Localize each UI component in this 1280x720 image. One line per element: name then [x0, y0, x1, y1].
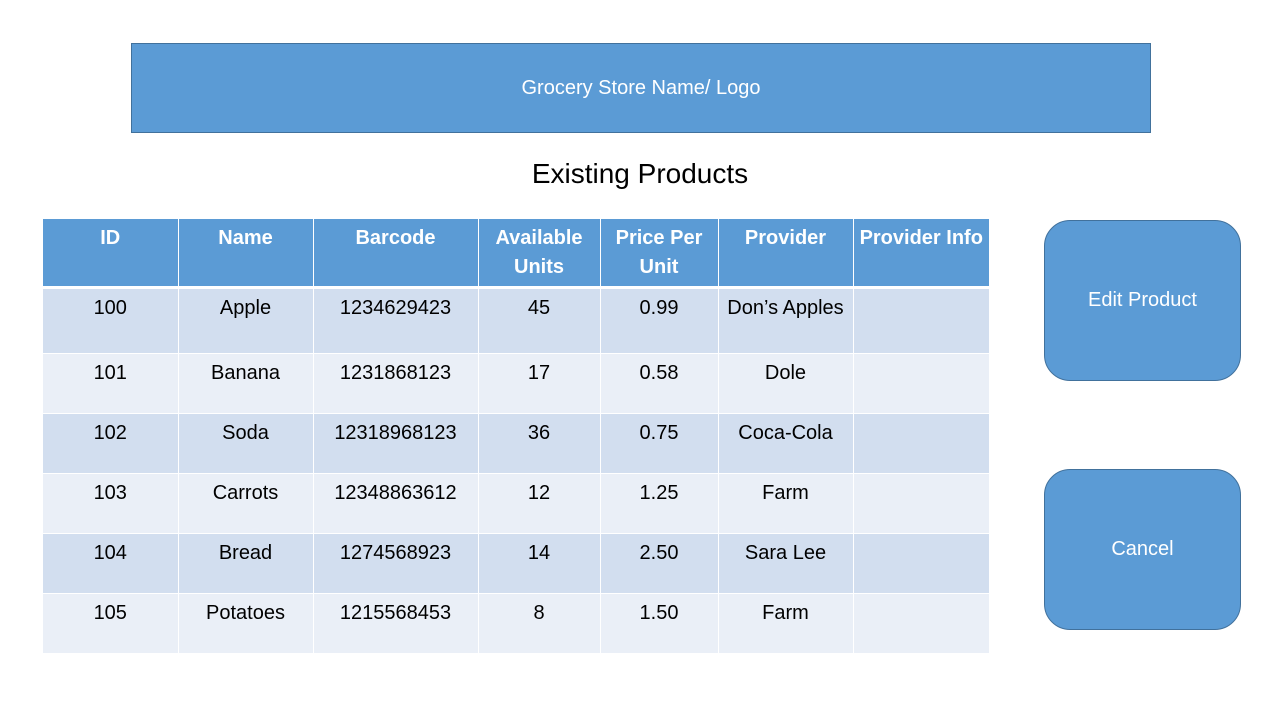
edit-product-button[interactable]: Edit Product: [1044, 220, 1241, 381]
cell-id: 104: [43, 533, 179, 594]
cell-price: 1.25: [600, 473, 719, 534]
cell-units: 12: [478, 473, 601, 534]
cell-price: 1.50: [600, 593, 719, 654]
cell-barcode: 1231868123: [313, 353, 479, 414]
cell-provider: Dole: [718, 353, 854, 414]
cell-barcode: 12318968123: [313, 413, 479, 474]
cell-units: 17: [478, 353, 601, 414]
cell-name: Apple: [178, 287, 314, 354]
cell-provider-info: [853, 593, 989, 654]
cell-provider: Farm: [718, 473, 854, 534]
cell-price: 0.99: [600, 287, 719, 354]
cell-id: 105: [43, 593, 179, 654]
cell-units: 36: [478, 413, 601, 474]
cell-name: Potatoes: [178, 593, 314, 654]
cell-units: 8: [478, 593, 601, 654]
table-row[interactable]: 104 Bread 1274568923 14 2.50 Sara Lee: [43, 533, 989, 594]
page: Grocery Store Name/ Logo Existing Produc…: [0, 0, 1280, 720]
column-header-name: Name: [178, 219, 314, 289]
cell-barcode: 1234629423: [313, 287, 479, 354]
cell-id: 100: [43, 287, 179, 354]
cell-barcode: 1215568453: [313, 593, 479, 654]
cell-name: Banana: [178, 353, 314, 414]
column-header-provider: Provider: [718, 219, 854, 289]
cell-provider-info: [853, 353, 989, 414]
column-header-id: ID: [43, 219, 179, 289]
store-logo-banner: Grocery Store Name/ Logo: [131, 43, 1151, 133]
table-header-row: ID Name Barcode Available Units Price Pe…: [43, 219, 989, 289]
table-row[interactable]: 105 Potatoes 1215568453 8 1.50 Farm: [43, 593, 989, 654]
table-row[interactable]: 100 Apple 1234629423 45 0.99 Don’s Apple…: [43, 287, 989, 354]
cell-price: 0.75: [600, 413, 719, 474]
cell-units: 45: [478, 287, 601, 354]
cell-provider: Coca-Cola: [718, 413, 854, 474]
page-title: Existing Products: [531, 158, 749, 189]
column-header-price-per-unit: Price Per Unit: [600, 219, 719, 289]
cell-provider: Farm: [718, 593, 854, 654]
cancel-button[interactable]: Cancel: [1044, 469, 1241, 630]
cell-id: 102: [43, 413, 179, 474]
cell-barcode: 12348863612: [313, 473, 479, 534]
cell-price: 0.58: [600, 353, 719, 414]
cell-barcode: 1274568923: [313, 533, 479, 594]
cell-provider-info: [853, 287, 989, 354]
column-header-provider-info: Provider Info: [853, 219, 989, 289]
cell-name: Carrots: [178, 473, 314, 534]
cell-provider: Sara Lee: [718, 533, 854, 594]
cell-id: 103: [43, 473, 179, 534]
cell-id: 101: [43, 353, 179, 414]
cell-provider: Don’s Apples: [718, 287, 854, 354]
column-header-available-units: Available Units: [478, 219, 601, 289]
cell-name: Soda: [178, 413, 314, 474]
table-row[interactable]: 101 Banana 1231868123 17 0.58 Dole: [43, 353, 989, 414]
table-row[interactable]: 102 Soda 12318968123 36 0.75 Coca-Cola: [43, 413, 989, 474]
cell-provider-info: [853, 473, 989, 534]
cell-units: 14: [478, 533, 601, 594]
cell-provider-info: [853, 413, 989, 474]
cell-provider-info: [853, 533, 989, 594]
column-header-barcode: Barcode: [313, 219, 479, 289]
cell-name: Bread: [178, 533, 314, 594]
cell-price: 2.50: [600, 533, 719, 594]
products-table: ID Name Barcode Available Units Price Pe…: [43, 219, 989, 654]
table-row[interactable]: 103 Carrots 12348863612 12 1.25 Farm: [43, 473, 989, 534]
store-name-label: Grocery Store Name/ Logo: [521, 76, 761, 99]
